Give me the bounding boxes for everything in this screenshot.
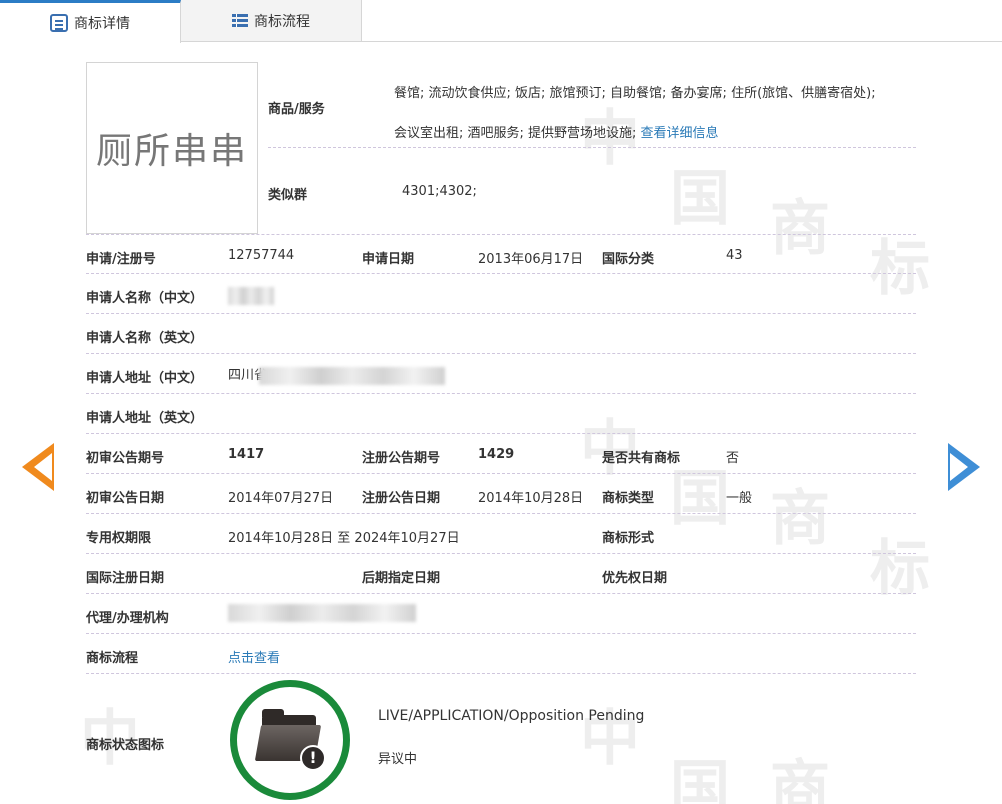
prelim-date-label: 初审公告日期 (86, 491, 165, 506)
agency-label: 代理/办理机构 (86, 611, 169, 626)
table-row: 申请人名称（中文） (86, 274, 916, 314)
table-row: 申请人地址（英文） (86, 394, 916, 434)
reg-no-label: 申请/注册号 (86, 252, 156, 267)
view-flow-link[interactable]: 点击查看 (228, 647, 280, 666)
term-value: 2014年10月28日 至 2024年10月27日 (228, 531, 460, 546)
table-row: 申请人名称（英文） (86, 314, 916, 354)
term-label: 专用权期限 (86, 531, 152, 546)
reg-notice-no-label: 注册公告期号 (362, 451, 441, 466)
table-row: 初审公告期号 1417 注册公告期号 1429 是否共有商标 否 (86, 434, 916, 474)
goods-line-2-text: 会议室出租; 酒吧服务; 提供野营场地设施; (394, 126, 641, 141)
address-en-label: 申请人地址（英文） (86, 411, 204, 426)
table-row: 申请人地址（中文） 四川省 (86, 354, 916, 394)
prelim-no-label: 初审公告期号 (86, 451, 165, 466)
prev-arrow-icon[interactable] (22, 443, 54, 491)
tab-label: 商标流程 (254, 13, 310, 30)
detail-rows: 申请/注册号 12757744 申请日期 2013年06月17日 国际分类 43… (86, 234, 916, 804)
similar-group-value: 4301;4302; (402, 184, 477, 199)
prelim-date-value: 2014年07月27日 (228, 491, 334, 506)
prelim-no-value: 1417 (228, 447, 265, 462)
form-label: 商标形式 (602, 531, 655, 546)
status-label: 商标状态图标 (86, 738, 165, 753)
status-cn: 异议中 (378, 752, 418, 767)
intl-class-value: 43 (726, 248, 743, 263)
priority-date-label: 优先权日期 (602, 571, 668, 586)
table-row: 商标流程 点击查看 (86, 634, 916, 674)
goods-services-section: 商品/服务 餐馆; 流动饮食供应; 饭店; 旅馆预订; 自助餐馆; 备办宴席; … (268, 62, 916, 148)
table-row: 专用权期限 2014年10月28日 至 2024年10月27日 商标形式 (86, 514, 916, 554)
status-en: LIVE/APPLICATION/Opposition Pending (378, 708, 645, 724)
status-row: 商标状态图标 ! LIVE/APPLICATION/Opposition Pen… (86, 674, 916, 804)
shared-label: 是否共有商标 (602, 451, 681, 466)
reg-notice-date-label: 注册公告日期 (362, 491, 441, 506)
applicant-cn-value-redacted (228, 287, 274, 305)
similar-group-label: 类似群 (268, 188, 308, 203)
later-date-label: 后期指定日期 (362, 571, 441, 586)
apply-date-label: 申请日期 (362, 252, 415, 267)
address-cn-label: 申请人地址（中文） (86, 371, 204, 386)
folder-alert-icon: ! (254, 709, 326, 771)
applicant-en-label: 申请人名称（英文） (86, 331, 204, 346)
shared-value: 否 (726, 451, 740, 466)
goods-label: 商品/服务 (268, 102, 325, 117)
table-row: 申请/注册号 12757744 申请日期 2013年06月17日 国际分类 43 (86, 234, 916, 274)
list-icon (232, 13, 248, 28)
tab-trademark-detail[interactable]: 商标详情 (0, 0, 181, 43)
next-arrow-icon[interactable] (948, 443, 980, 491)
goods-line-1: 餐馆; 流动饮食供应; 饭店; 旅馆预订; 自助餐馆; 备办宴席; 住所(旅馆、… (394, 86, 876, 101)
intl-class-label: 国际分类 (602, 252, 655, 267)
tab-trademark-flow[interactable]: 商标流程 (181, 0, 362, 42)
trademark-image: 厕所串串 (86, 62, 258, 234)
tab-label: 商标详情 (74, 16, 130, 32)
view-details-link[interactable]: 查看详细信息 (641, 126, 719, 141)
document-icon (50, 14, 68, 32)
table-row: 初审公告日期 2014年07月27日 注册公告日期 2014年10月28日 商标… (86, 474, 916, 514)
intl-reg-date-label: 国际注册日期 (86, 571, 165, 586)
reg-no-value: 12757744 (228, 248, 295, 263)
reg-notice-date-value: 2014年10月28日 (478, 491, 584, 506)
flow-label: 商标流程 (86, 651, 139, 666)
address-cn-value: 四川省 (228, 364, 446, 385)
similar-group-section: 类似群 4301;4302; (268, 148, 916, 234)
status-ring: ! (230, 680, 350, 800)
trademark-logo-text: 厕所串串 (95, 131, 248, 172)
type-value: 一般 (726, 491, 753, 506)
reg-notice-no-value: 1429 (478, 447, 515, 462)
table-row: 国际注册日期 后期指定日期 优先权日期 (86, 554, 916, 594)
type-label: 商标类型 (602, 491, 655, 506)
goods-value: 餐馆; 流动饮食供应; 饭店; 旅馆预订; 自助餐馆; 备办宴席; 住所(旅馆、… (394, 74, 916, 154)
applicant-cn-label: 申请人名称（中文） (86, 291, 204, 306)
agency-value-redacted (228, 604, 416, 622)
tab-bar: 商标详情 商标流程 (0, 0, 1002, 43)
apply-date-value: 2013年06月17日 (478, 252, 584, 267)
table-row: 代理/办理机构 (86, 594, 916, 634)
